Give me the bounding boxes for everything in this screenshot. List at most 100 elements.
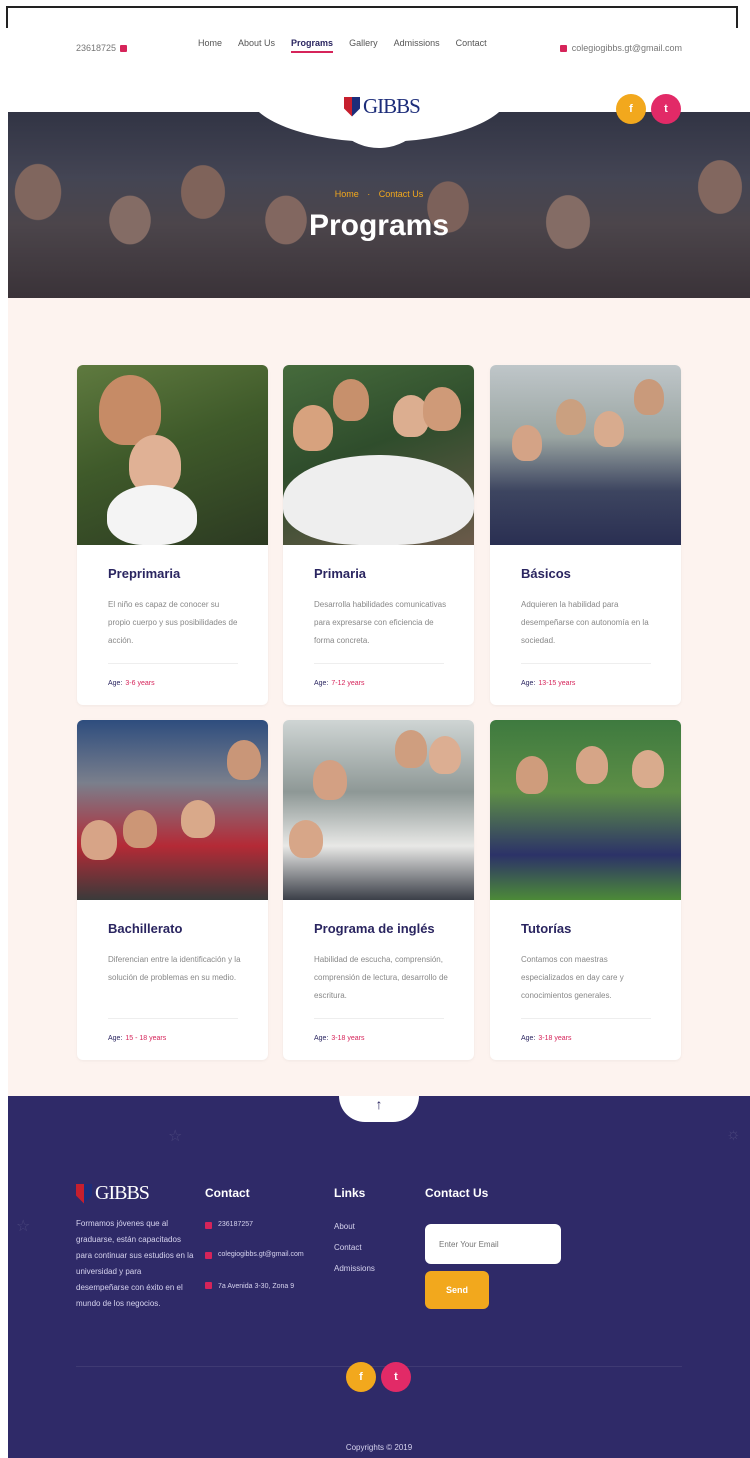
footer-link-admissions[interactable]: Admissions xyxy=(334,1264,375,1273)
top-bar: 23618725 Home About Us Programs Gallery … xyxy=(8,28,750,72)
nav-contact[interactable]: Contact xyxy=(456,38,487,53)
programs-section: Preprimaria El niño es capaz de conocer … xyxy=(8,298,750,1096)
age-value: 13-15 years xyxy=(538,680,576,687)
footer-divider xyxy=(76,1366,682,1367)
age-label: Age: xyxy=(314,1035,329,1042)
program-description: Adquieren la habilidad para desempeñarse… xyxy=(521,600,649,645)
send-button[interactable]: Send xyxy=(425,1271,489,1309)
program-photo xyxy=(77,365,268,545)
topbar-phone: 23618725 xyxy=(76,43,128,53)
footer-link-contact[interactable]: Contact xyxy=(334,1243,362,1252)
program-title: Bachillerato xyxy=(108,921,183,936)
footer-email[interactable]: colegiogibbs.gt@gmail.com xyxy=(205,1251,304,1259)
program-description: El niño es capaz de conocer su propio cu… xyxy=(108,600,238,645)
program-age: Age: 15 - 18 years xyxy=(108,1035,166,1042)
age-value: 3-18 years xyxy=(538,1035,572,1042)
facebook-icon[interactable]: f xyxy=(616,94,646,124)
footer-contact-heading: Contact xyxy=(205,1186,250,1200)
twitter-icon[interactable]: t xyxy=(651,94,681,124)
footer-links-heading: Links xyxy=(334,1186,366,1200)
copyright: Copyrights © 2019 xyxy=(345,1443,413,1452)
card-divider xyxy=(108,663,238,664)
twitter-icon[interactable]: t xyxy=(381,1362,411,1392)
program-age: Age: 3-18 years xyxy=(521,1035,571,1042)
program-card[interactable]: Primaria Desarrolla habilidades comunica… xyxy=(283,365,474,705)
scroll-top-icon[interactable]: ↑ xyxy=(369,1096,389,1112)
star-icon: ☆ xyxy=(16,1218,31,1235)
phone-icon xyxy=(205,1222,212,1229)
program-title: Preprimaria xyxy=(108,566,181,581)
program-photo xyxy=(490,720,681,900)
card-divider xyxy=(521,663,651,664)
age-label: Age: xyxy=(314,680,329,687)
star-icon: ☆ xyxy=(168,1128,183,1145)
age-label: Age: xyxy=(108,1035,123,1042)
program-age: Age: 13-15 years xyxy=(521,680,575,687)
footer-contactus-heading: Contact Us xyxy=(425,1186,489,1200)
program-age: Age: 3-18 years xyxy=(314,1035,364,1042)
shield-icon xyxy=(344,96,360,117)
phone-icon xyxy=(120,44,128,52)
nav-about-us[interactable]: About Us xyxy=(238,38,275,53)
browser-frame xyxy=(6,6,738,28)
program-photo xyxy=(283,720,474,900)
facebook-icon[interactable]: f xyxy=(346,1362,376,1392)
program-description: Desarrolla habilidades comunicativas par… xyxy=(314,600,447,645)
location-icon xyxy=(205,1282,212,1289)
program-card[interactable]: Básicos Adquieren la habilidad para dese… xyxy=(490,365,681,705)
footer-link-about[interactable]: About xyxy=(334,1222,355,1231)
age-label: Age: xyxy=(521,680,536,687)
sun-icon: ☼ xyxy=(726,1126,741,1143)
nav-home[interactable]: Home xyxy=(198,38,222,53)
breadcrumb: Home · Contact Us xyxy=(8,189,750,199)
program-title: Básicos xyxy=(521,566,571,581)
site-logo[interactable]: GIBBS xyxy=(344,94,421,119)
footer-phone-text: 236187257 xyxy=(218,1221,254,1228)
program-age: Age: 3-6 years xyxy=(108,680,155,687)
nav-gallery[interactable]: Gallery xyxy=(349,38,378,53)
program-card[interactable]: Preprimaria El niño es capaz de conocer … xyxy=(77,365,268,705)
program-description: Habilidad de escucha, comprensión, compr… xyxy=(314,955,448,1000)
nav-admissions[interactable]: Admissions xyxy=(394,38,440,53)
footer-logo[interactable]: GIBBS xyxy=(76,1182,150,1205)
mail-icon xyxy=(559,44,567,52)
page-title: Programs xyxy=(308,209,450,242)
breadcrumb-home[interactable]: Home xyxy=(335,189,359,199)
program-photo xyxy=(77,720,268,900)
program-description: Diferencian entre la identificación y la… xyxy=(108,955,241,982)
phone-number: 23618725 xyxy=(76,43,117,53)
footer-address: 7a Avenida 3-30, Zona 9 xyxy=(205,1281,305,1293)
age-value: 15 - 18 years xyxy=(125,1035,167,1042)
nav-programs[interactable]: Programs xyxy=(291,38,334,53)
age-value: 3-18 years xyxy=(331,1035,365,1042)
logo-text: GIBBS xyxy=(363,94,421,118)
topbar-email[interactable]: colegiogibbs.gt@gmail.com xyxy=(559,43,682,53)
program-title: Programa de inglés xyxy=(314,921,435,936)
card-divider xyxy=(108,1018,238,1019)
email-address: colegiogibbs.gt@gmail.com xyxy=(571,43,682,53)
age-label: Age: xyxy=(521,1035,536,1042)
age-label: Age: xyxy=(108,680,123,687)
card-divider xyxy=(314,1018,444,1019)
mail-icon xyxy=(205,1252,212,1259)
program-card[interactable]: Tutorías Contamos con maestras especiali… xyxy=(490,720,681,1060)
age-value: 3-6 years xyxy=(125,680,155,687)
program-card[interactable]: Programa de inglés Habilidad de escucha,… xyxy=(283,720,474,1060)
program-photo xyxy=(490,365,681,545)
breadcrumb-separator: · xyxy=(367,189,371,199)
footer-about: Formamos jóvenes que al graduarse, están… xyxy=(76,1219,194,1308)
shield-icon xyxy=(76,1183,92,1204)
page: 23618725 Home About Us Programs Gallery … xyxy=(8,28,750,1458)
card-divider xyxy=(314,663,444,664)
footer-email-text: colegiogibbs.gt@gmail.com xyxy=(218,1251,304,1258)
program-card[interactable]: Bachillerato Diferencian entre la identi… xyxy=(77,720,268,1060)
program-age: Age: 7-12 years xyxy=(314,680,364,687)
footer: ↑ ☆ ☆ ☼ GIBBS Formamos jóvenes que al gr… xyxy=(8,1096,750,1458)
footer-address-text: 7a Avenida 3-30, Zona 9 xyxy=(218,1283,295,1290)
program-title: Primaria xyxy=(314,566,367,581)
email-field[interactable] xyxy=(425,1224,561,1264)
program-title: Tutorías xyxy=(521,921,572,936)
logo-text: GIBBS xyxy=(95,1182,150,1204)
main-nav: Home About Us Programs Gallery Admission… xyxy=(198,38,487,53)
program-photo xyxy=(283,365,474,545)
